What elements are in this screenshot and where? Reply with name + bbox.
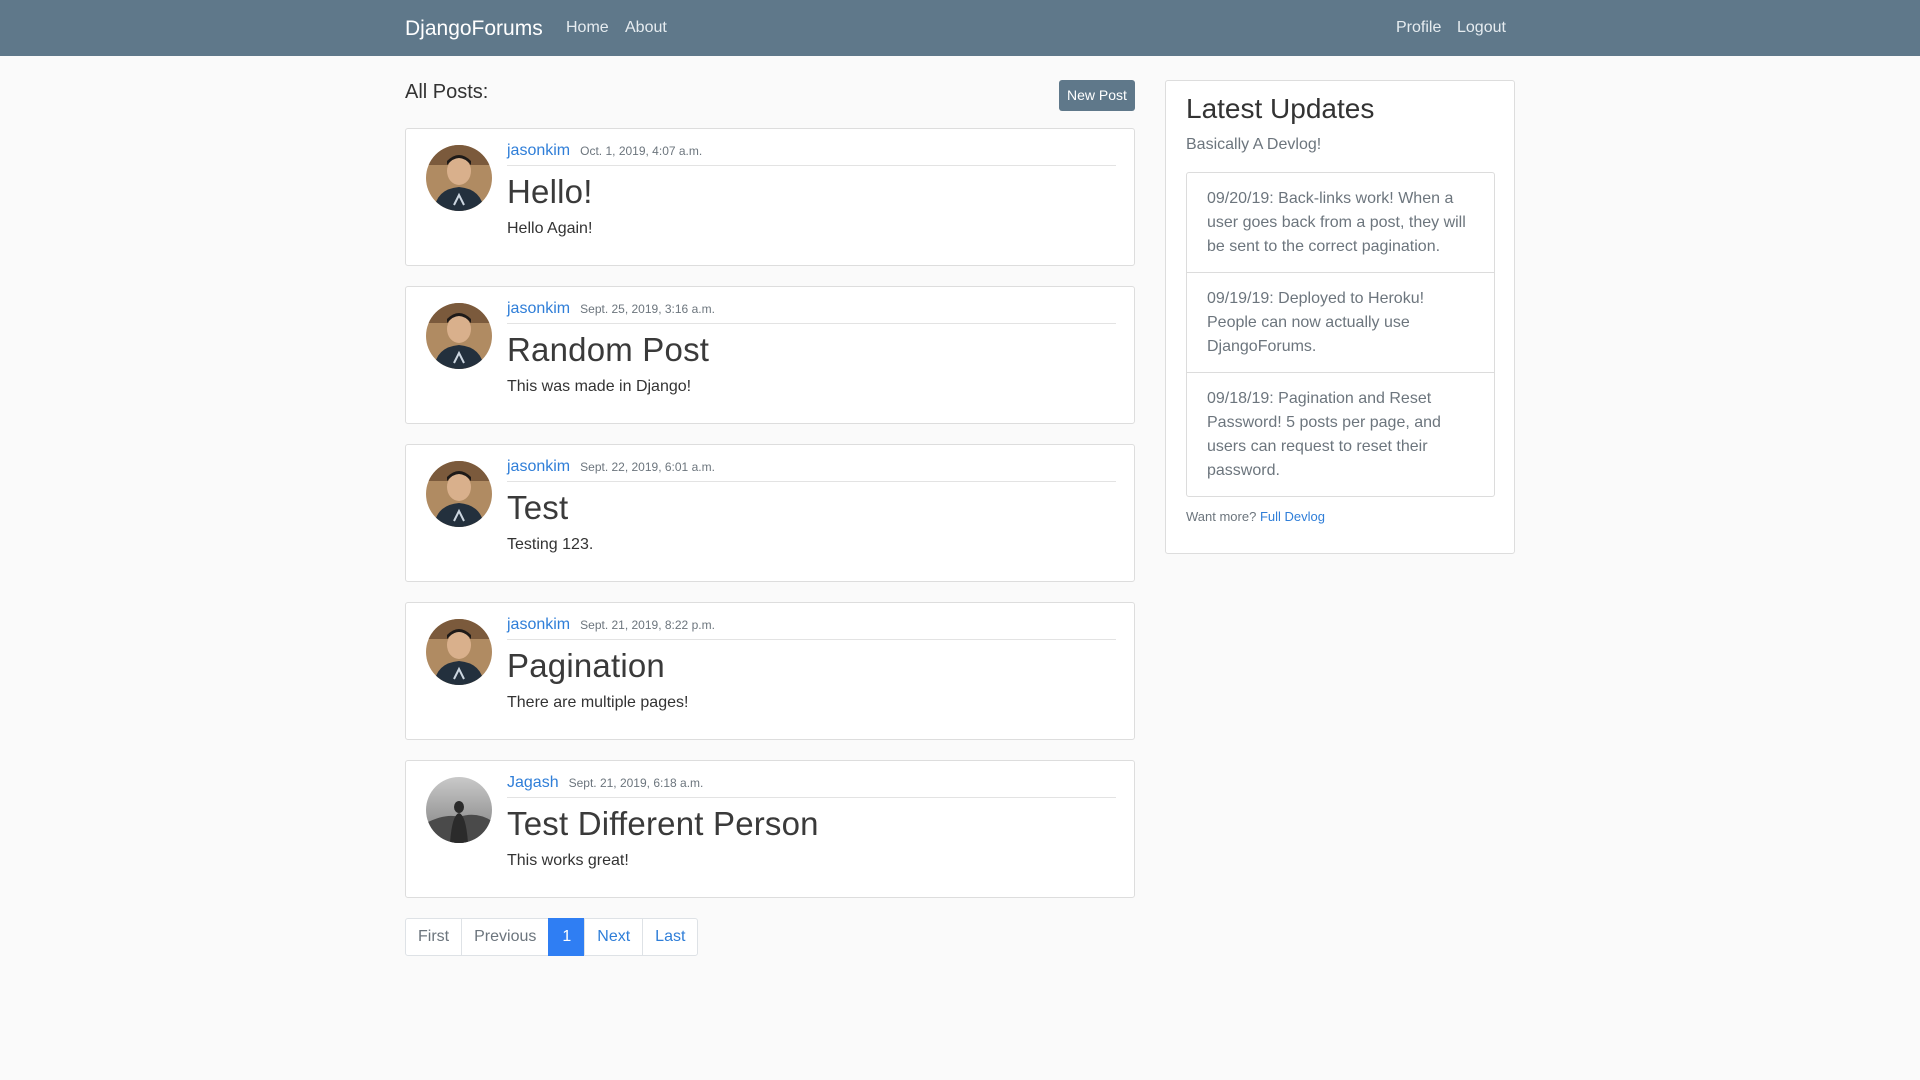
devlog-more: Want more? Full Devlog xyxy=(1186,509,1325,524)
navbar: DjangoForums Home About Profile Logout xyxy=(0,0,1920,56)
full-devlog-link[interactable]: Full Devlog xyxy=(1260,509,1325,524)
post-meta: jasonkim Sept. 22, 2019, 6:01 a.m. xyxy=(507,458,1116,482)
post-content: Hello Again! xyxy=(507,220,593,237)
post-author-link[interactable]: jasonkim xyxy=(507,458,570,475)
post-title-link[interactable]: Pagination xyxy=(507,647,665,685)
post-content: This works great! xyxy=(507,852,629,869)
sidebar-heading: Latest Updates xyxy=(1186,93,1375,124)
post-card: jasonkim Oct. 1, 2019, 4:07 a.m. Hello! H… xyxy=(405,128,1135,266)
sidebar-subheading: Basically A Devlog! xyxy=(1186,136,1322,153)
post-title-link[interactable]: Random Post xyxy=(507,331,709,369)
avatar-jasonkim[interactable] xyxy=(426,303,492,369)
user-avatar-icon xyxy=(426,145,492,211)
update-item: 09/19/19: Deployed to Heroku! People can… xyxy=(1187,273,1494,373)
post-card: jasonkim Sept. 25, 2019, 3:16 a.m. Random… xyxy=(405,286,1135,424)
post-content: This was made in Django! xyxy=(507,378,692,395)
avatar-jasonkim[interactable] xyxy=(426,619,492,685)
post-content: Testing 123. xyxy=(507,536,594,553)
post-title-link[interactable]: Test xyxy=(507,489,568,527)
post-title-link[interactable]: Hello! xyxy=(507,173,593,211)
devlog-more-text: Want more? xyxy=(1186,509,1257,524)
post-date: Sept. 25, 2019, 3:16 a.m. xyxy=(580,302,715,316)
update-item: 09/18/19: Pagination and Reset Password!… xyxy=(1207,390,1441,479)
nav-profile-link[interactable]: Profile xyxy=(1396,19,1441,37)
user-avatar-icon xyxy=(426,303,492,369)
post-author-link[interactable]: jasonkim xyxy=(507,142,570,159)
post-author-link[interactable]: Jagash xyxy=(507,774,559,791)
pagination-next[interactable]: Next xyxy=(584,918,644,956)
post-card: Jagash Sept. 21, 2019, 6:18 a.m. Test Dif… xyxy=(405,760,1135,898)
user-avatar-icon xyxy=(426,619,492,685)
post-author-link[interactable]: jasonkim xyxy=(507,300,570,317)
pagination-first[interactable]: First xyxy=(405,918,463,956)
post-content: There are multiple pages! xyxy=(507,694,689,711)
pagination-previous[interactable]: Previous xyxy=(461,918,550,956)
post-date: Oct. 1, 2019, 4:07 a.m. xyxy=(580,144,703,158)
post-card: jasonkim Sept. 22, 2019, 6:01 a.m. Test T… xyxy=(405,444,1135,582)
post-title-link[interactable]: Test Different Person xyxy=(507,805,819,843)
pagination-current-page[interactable]: 1 xyxy=(548,918,586,956)
updates-list: 09/20/19: Back-links work! When a user g… xyxy=(1186,172,1495,497)
post-card: jasonkim Sept. 21, 2019, 8:22 p.m. Pagina… xyxy=(405,602,1135,740)
latest-updates-sidebar: Latest Updates Basically A Devlog! 09/20… xyxy=(1165,80,1515,554)
update-item: 09/20/19: Back-links work! When a user g… xyxy=(1187,173,1494,273)
nav-about-link[interactable]: About xyxy=(625,19,667,37)
nav-logout-link[interactable]: Logout xyxy=(1457,19,1506,37)
post-author-link[interactable]: jasonkim xyxy=(507,616,570,633)
post-meta: jasonkim Oct. 1, 2019, 4:07 a.m. xyxy=(507,142,1116,166)
pagination-last[interactable]: Last xyxy=(642,918,699,956)
avatar-jasonkim[interactable] xyxy=(426,145,492,211)
avatar-jagash[interactable] xyxy=(426,777,492,843)
post-date: Sept. 22, 2019, 6:01 a.m. xyxy=(580,460,715,474)
post-meta: Jagash Sept. 21, 2019, 6:18 a.m. xyxy=(507,774,1116,798)
nav-home-link[interactable]: Home xyxy=(566,19,609,37)
post-meta: jasonkim Sept. 21, 2019, 8:22 p.m. xyxy=(507,616,1116,640)
avatar-jasonkim[interactable] xyxy=(426,461,492,527)
page-title: All Posts: xyxy=(405,81,489,103)
brand-link[interactable]: DjangoForums xyxy=(405,17,543,41)
pagination: First Previous 1 Next Last xyxy=(405,918,699,956)
user-avatar-icon xyxy=(426,461,492,527)
post-date: Sept. 21, 2019, 6:18 a.m. xyxy=(568,776,704,790)
new-post-button[interactable]: New Post xyxy=(1059,80,1135,111)
post-meta: jasonkim Sept. 25, 2019, 3:16 a.m. xyxy=(507,300,1116,324)
user-avatar-icon xyxy=(426,777,492,843)
post-date: Sept. 21, 2019, 8:22 p.m. xyxy=(580,618,715,632)
